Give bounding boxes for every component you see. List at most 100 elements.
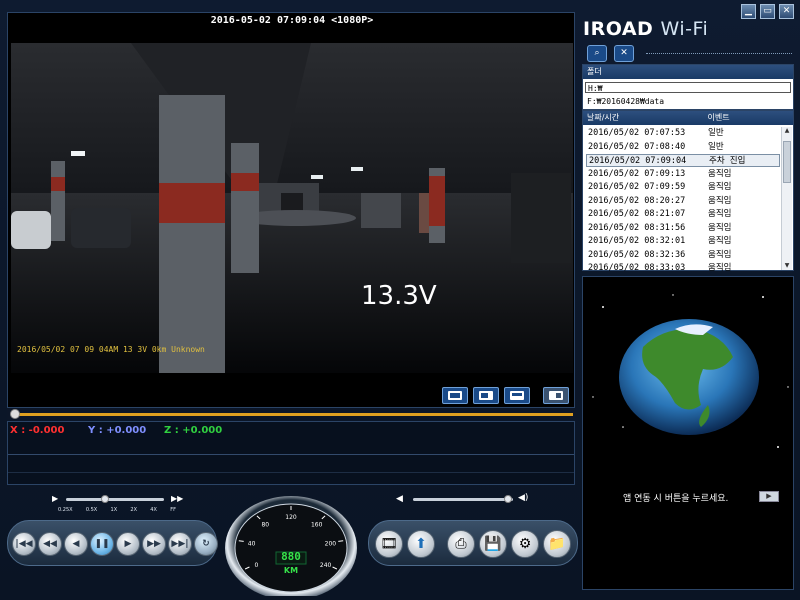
timeline-track	[13, 413, 573, 416]
tools-button[interactable]: ✕	[614, 45, 634, 62]
event-type: 움직임	[708, 182, 732, 192]
event-row[interactable]: 2016/05/02 08:21:07 움직임	[586, 208, 780, 221]
brand-name: IROAD	[583, 18, 654, 40]
search-icon: ⌕	[594, 48, 600, 58]
video-panel: 2016-05-02 07:09:04 <1080P> 13.3V 2016/0…	[7, 12, 575, 408]
playback-timeline[interactable]	[7, 409, 575, 419]
timestamp-overlay: 2016/05/02 07 09 04AM 13 3V 0km Unknown	[17, 345, 205, 354]
event-type: 움직임	[708, 249, 732, 260]
fast-icon: ▶▶	[171, 494, 184, 503]
event-row[interactable]: 2016/05/02 08:32:01 움직임	[586, 235, 780, 248]
speedometer-gauge: 0 40 80 120 160 200 240	[225, 496, 357, 600]
speed-tick-label: 200	[325, 540, 337, 547]
event-time: 2016/05/02 08:21:07	[588, 209, 686, 219]
event-time: 2016/05/02 08:20:27	[588, 195, 686, 206]
wrench-icon: ✕	[620, 48, 628, 58]
speed-label: 4X	[150, 507, 157, 513]
toggle-view-button[interactable]	[543, 387, 569, 404]
folder-item[interactable]: F:₩20160428₩data	[585, 96, 791, 107]
event-time: 2016/05/02 08:31:56	[588, 222, 686, 233]
event-time: 2016/05/02 07:09:04	[589, 156, 687, 166]
col-event[interactable]: 이벤트	[708, 113, 730, 122]
event-row[interactable]: 2016/05/02 07:09:04 주차 진입	[586, 154, 780, 167]
minimize-button[interactable]: ▁	[741, 4, 756, 19]
dual-view-button[interactable]	[473, 387, 499, 404]
upload-icon: ⬆	[415, 536, 427, 552]
event-row[interactable]: 2016/05/02 08:32:36 움직임	[586, 249, 780, 262]
event-row[interactable]: 2016/05/02 07:08:40 일반	[586, 141, 780, 154]
settings-button[interactable]: ⚙	[511, 530, 539, 558]
speed-unit: KM	[283, 566, 299, 575]
brand-sub: Wi-Fi	[660, 18, 709, 40]
video-frame[interactable]: 13.3V 2016/05/02 07 09 04AM 13 3V 0km Un…	[11, 43, 573, 373]
fast-forward-button[interactable]: ▶▶	[142, 532, 166, 556]
close-button[interactable]: ✕	[779, 4, 794, 19]
event-time: 2016/05/02 07:07:53	[588, 128, 686, 138]
repeat-button[interactable]: ↻	[194, 532, 218, 556]
single-view-button[interactable]	[442, 387, 468, 404]
event-type: 일반	[708, 128, 724, 138]
pillar	[159, 95, 225, 373]
last-file-button[interactable]: ▶▶|	[168, 532, 192, 556]
play-button[interactable]: ▶	[116, 532, 140, 556]
search-button[interactable]: ⌕	[587, 45, 607, 62]
volume-high-icon: ◀)	[518, 493, 529, 503]
save-button[interactable]: 💾	[479, 530, 507, 558]
event-row[interactable]: 2016/05/02 08:20:27 움직임	[586, 195, 780, 208]
event-type: 움직임	[708, 195, 732, 206]
speed-tick-label: 120	[285, 514, 297, 521]
col-datetime[interactable]: 날짜/시간	[587, 111, 705, 125]
speed-label: 1X	[110, 507, 118, 513]
play-icon: ▶	[766, 492, 772, 500]
first-file-button[interactable]: |◀◀	[12, 532, 36, 556]
scroll-down-icon[interactable]: ▼	[783, 262, 791, 270]
scroll-up-icon[interactable]: ▲	[783, 127, 791, 135]
file-list-button[interactable]: 🎞	[375, 530, 403, 558]
folder-panel: 폴더 H:₩ F:₩20160428₩data	[582, 64, 794, 110]
restore-button[interactable]: ▭	[760, 4, 775, 19]
event-row[interactable]: 2016/05/02 07:09:59 움직임	[586, 181, 780, 194]
event-type: 움직임	[708, 263, 732, 273]
playback-speed-thumb[interactable]	[101, 495, 109, 503]
gsensor-axis-line	[8, 454, 574, 455]
scroll-thumb[interactable]	[783, 141, 791, 183]
event-time: 2016/05/02 07:08:40	[588, 141, 686, 152]
event-type: 움직임	[708, 236, 732, 246]
film-icon: 🎞	[380, 536, 398, 552]
brand-logo: IROAD Wi-Fi	[583, 18, 708, 40]
pause-button[interactable]: ❚❚	[90, 532, 114, 556]
dual-view-icon	[479, 391, 493, 400]
map-panel: 앱 연동 시 버튼을 누르세요. ▶	[582, 276, 794, 590]
pillar	[429, 168, 445, 243]
tool-buttons: 🎞 ⬆ ⎙ 💾 ⚙ 📁	[368, 520, 578, 566]
event-row[interactable]: 2016/05/02 07:09:13 움직임	[586, 168, 780, 181]
playback-speed-track[interactable]	[66, 498, 164, 501]
volume-thumb[interactable]	[504, 495, 512, 503]
event-list-header: 날짜/시간 이벤트	[583, 111, 793, 125]
pip-view-icon	[510, 391, 524, 400]
event-row[interactable]: 2016/05/02 08:31:56 움직임	[586, 222, 780, 235]
volume-track[interactable]	[413, 498, 513, 501]
event-row[interactable]: 2016/05/02 08:33:03 움직임	[586, 262, 780, 275]
open-folder-button[interactable]: 📁	[543, 530, 571, 558]
rewind-button[interactable]: ◀◀	[38, 532, 62, 556]
event-row[interactable]: 2016/05/02 07:07:53 일반	[586, 127, 780, 140]
timeline-handle[interactable]	[10, 409, 20, 419]
gsensor-grid-line	[8, 472, 574, 473]
folder-item[interactable]: H:₩	[585, 82, 791, 93]
event-type: 일반	[708, 141, 724, 152]
speed-label: 0.25X	[58, 507, 73, 513]
event-time: 2016/05/02 07:09:59	[588, 182, 686, 192]
play-reverse-button[interactable]: ◀	[64, 532, 88, 556]
speed-tick-label: 160	[311, 521, 323, 528]
upload-button[interactable]: ⬆	[407, 530, 435, 558]
pip-view-button[interactable]	[504, 387, 530, 404]
save-icon: 💾	[484, 536, 502, 552]
speed-label: 0.5X	[85, 507, 98, 513]
event-scrollbar[interactable]: ▲ ▼	[781, 127, 792, 270]
gsensor-graph: X : -0.000 Y : +0.000 Z : +0.000	[7, 421, 575, 485]
print-button[interactable]: ⎙	[447, 530, 475, 558]
parking-garage-scene	[11, 43, 573, 373]
map-play-button[interactable]: ▶	[759, 491, 779, 502]
event-time: 2016/05/02 08:32:36	[588, 249, 686, 260]
